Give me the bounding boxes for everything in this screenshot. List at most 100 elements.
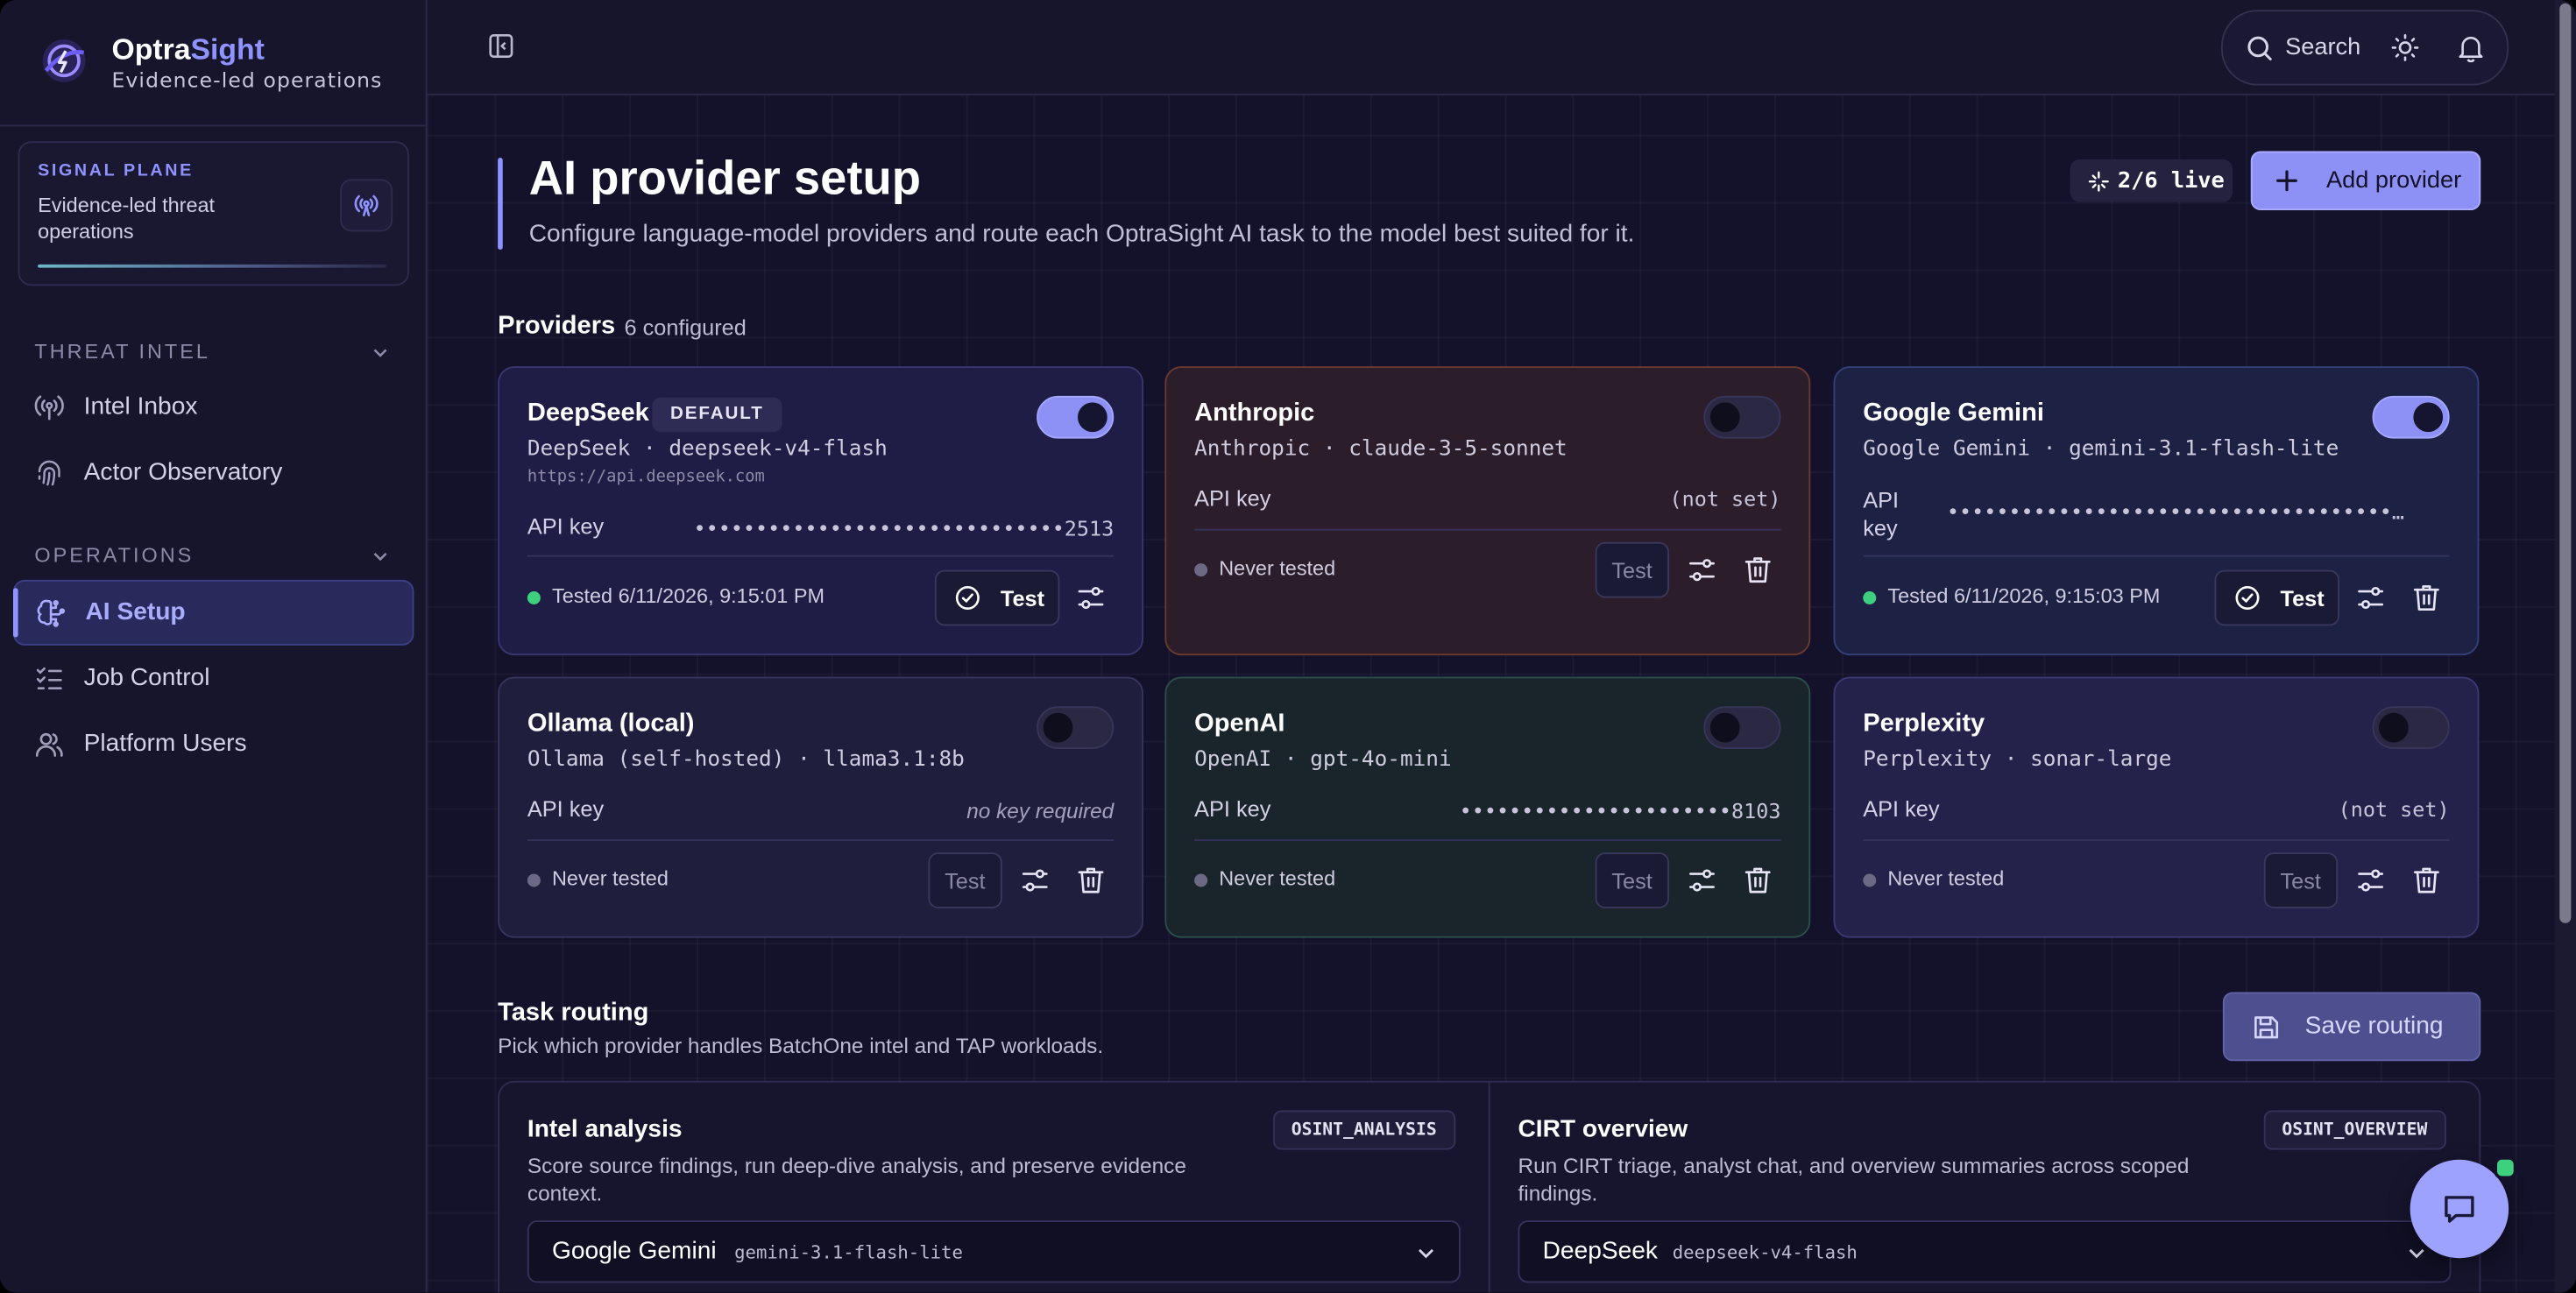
scrollbar-thumb[interactable] [2559, 3, 2572, 923]
test-button[interactable]: Test [1595, 541, 1669, 598]
main-content: Search AI provider setup Configure langu… [427, 0, 2555, 1293]
route-provider-select[interactable]: DeepSeek deepseek-v4-flash [1518, 1220, 2452, 1283]
sidebar-item-actor-observatory[interactable]: Actor Observatory [13, 442, 411, 504]
sidebar-item-label: Intel Inbox [83, 392, 198, 420]
sidebar-toggle-icon[interactable] [486, 32, 516, 61]
search-icon[interactable] [2246, 34, 2274, 62]
task-routing-panel: Intel analysis OSINT_ANALYSIS Score sour… [498, 1080, 2481, 1293]
check-circle-icon [2235, 586, 2260, 610]
provider-enabled-toggle[interactable] [1037, 706, 1115, 749]
signal-plane-button[interactable] [340, 179, 393, 232]
sidebar-item-job-control[interactable]: Job Control [13, 647, 411, 710]
card-divider [527, 839, 1115, 841]
nav-section-operations: OPERATIONS [34, 543, 195, 567]
sliders-icon[interactable] [2354, 582, 2388, 615]
api-key-value: ••••••••••••••••••••••••••••••2513 [693, 515, 1115, 541]
sliders-icon[interactable] [1074, 582, 1108, 615]
status-dot [527, 873, 541, 887]
search-button[interactable]: Search [2285, 34, 2360, 60]
sun-icon[interactable] [2390, 33, 2420, 63]
brand-name-part1: Optra [111, 32, 191, 67]
provider-vendor: Perplexity [1863, 747, 1992, 773]
test-button[interactable]: Test [2214, 569, 2339, 626]
save-routing-button[interactable]: Save routing [2222, 992, 2481, 1062]
chevron-down-icon [1419, 1248, 1433, 1259]
save-routing-label: Save routing [2304, 1012, 2444, 1040]
provider-name: Google Gemini [1863, 399, 2044, 427]
card-divider [1194, 839, 1781, 841]
sliders-icon[interactable] [1686, 864, 1719, 897]
broadcast-icon [354, 194, 379, 216]
route-description: Run CIRT triage, analyst chat, and overv… [1518, 1153, 2190, 1206]
task-routing-heading: Task routing [498, 999, 649, 1027]
chevron-down-icon[interactable] [372, 343, 390, 362]
api-key-label: API key [527, 513, 605, 539]
providers-count: 6 configured [624, 315, 747, 341]
provider-model: OpenAI · gpt-4o-mini [1194, 747, 1452, 773]
provider-enabled-toggle[interactable] [1037, 395, 1115, 439]
optrasight-logo-icon [42, 39, 86, 82]
api-key-label: API key [527, 796, 605, 822]
signal-plane-label: SIGNAL PLANE [38, 160, 194, 181]
provider-enabled-toggle[interactable] [1703, 395, 1781, 439]
brand-name-part2: Sight [190, 32, 265, 67]
trash-icon[interactable] [2410, 864, 2444, 897]
app-window: OptraSight Evidence-led operations SIGNA… [0, 0, 2576, 1293]
test-button-label: Test [2280, 868, 2321, 894]
provider-enabled-toggle[interactable] [2372, 395, 2450, 439]
trash-icon[interactable] [1742, 864, 1775, 897]
api-key-label: API key [1863, 796, 1940, 822]
sidebar-item-ai-setup[interactable]: AI Setup [13, 579, 414, 646]
route-title: CIRT overview [1518, 1115, 1688, 1143]
test-status: Never tested [1887, 867, 2005, 891]
provider-enabled-toggle[interactable] [1703, 706, 1781, 749]
provider-name: Ollama (local) [527, 710, 695, 738]
brand-tagline: Evidence-led operations [111, 67, 383, 92]
provider-vendor: Google Gemini [1863, 436, 2031, 462]
provider-enabled-toggle[interactable] [2372, 706, 2450, 749]
bell-icon[interactable] [2456, 33, 2486, 63]
toggle-knob [1709, 712, 1740, 743]
route-code-badge: OSINT_OVERVIEW [2263, 1110, 2445, 1150]
page-scrollbar[interactable] [2554, 0, 2576, 1293]
selected-provider: DeepSeek [1542, 1236, 1658, 1265]
fingerprint-icon [38, 460, 60, 486]
sliders-icon[interactable] [2354, 864, 2388, 897]
test-button-label: Test [945, 868, 986, 894]
save-icon [2254, 1016, 2279, 1039]
checklist-icon [36, 667, 62, 689]
trash-icon[interactable] [1742, 554, 1775, 587]
title-accent-bar [498, 158, 503, 250]
sidebar-item-platform-users[interactable]: Platform Users [13, 713, 411, 775]
selected-model: gemini-3.1-flash-lite [734, 1241, 963, 1263]
radio-icon [34, 395, 64, 420]
provider-model-id: deepseek-v4-flash [669, 436, 888, 462]
brain-icon [37, 599, 66, 627]
chevron-down-icon [2409, 1248, 2424, 1259]
test-button[interactable]: Test [934, 569, 1060, 626]
trash-icon[interactable] [1074, 864, 1108, 897]
provider-model: Ollama (self-hosted) · llama3.1:8b [527, 747, 965, 773]
trash-icon[interactable] [2410, 582, 2444, 615]
route-provider-select[interactable]: Google Gemini gemini-3.1-flash-lite [527, 1220, 1461, 1283]
provider-model-id: sonar-large [2030, 747, 2172, 773]
api-key-label: API key [1194, 486, 1271, 512]
toggle-knob [2379, 712, 2409, 743]
chevron-down-icon[interactable] [372, 547, 390, 565]
test-button[interactable]: Test [928, 852, 1002, 908]
status-dot [1863, 591, 1877, 604]
status-dot [527, 591, 541, 604]
test-button[interactable]: Test [1595, 852, 1669, 908]
provider-model-id: claude-3-5-sonnet [1348, 436, 1568, 462]
provider-model: Anthropic · claude-3-5-sonnet [1194, 436, 1568, 462]
selected-model: deepseek-v4-flash [1672, 1241, 1858, 1263]
test-button[interactable]: Test [2263, 852, 2339, 908]
add-provider-button[interactable]: Add provider [2250, 151, 2481, 210]
providers-heading: Providers [498, 312, 616, 341]
sidebar-item-intel-inbox[interactable]: Intel Inbox [13, 376, 411, 438]
sliders-icon[interactable] [1686, 554, 1719, 587]
api-key-value: (not set) [1669, 486, 1781, 512]
api-key-value: (not set) [2338, 796, 2450, 822]
sliders-icon[interactable] [1019, 864, 1052, 897]
test-status: Tested 6/11/2026, 9:15:03 PM [1887, 584, 2161, 608]
